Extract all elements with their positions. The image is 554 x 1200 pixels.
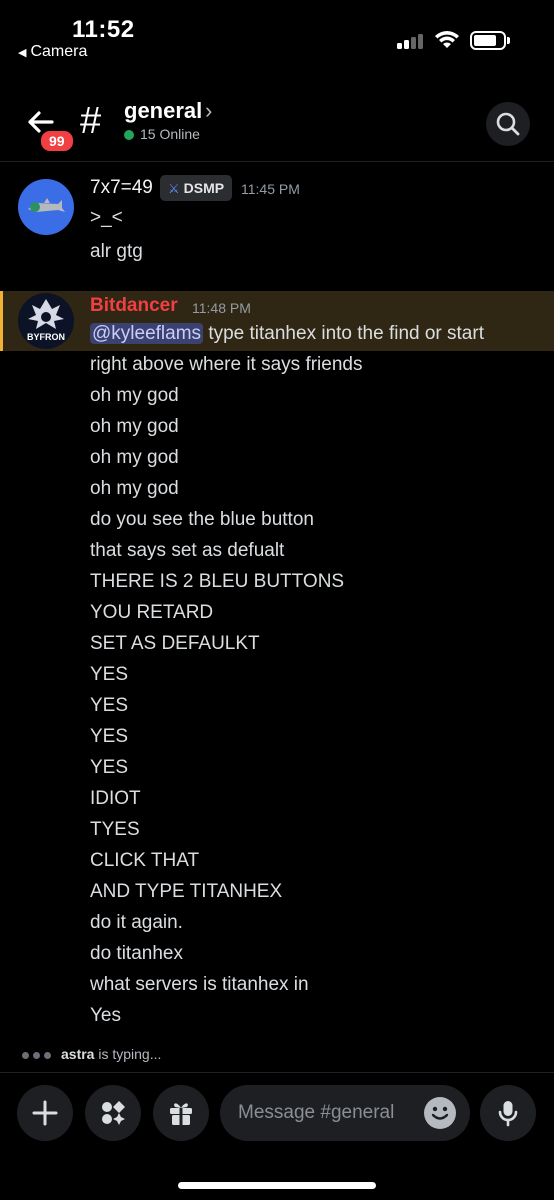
message-input[interactable]: Message #general <box>220 1085 470 1141</box>
message-composer: Message #general <box>0 1072 554 1200</box>
avatar-logo-text: BYFRON <box>27 332 65 342</box>
back-triangle-icon: ◀ <box>18 47 27 59</box>
mention-highlight-bar <box>0 291 3 351</box>
message-input-placeholder: Message #general <box>238 1102 395 1123</box>
message-list[interactable]: 7x7=49 ⚔ DSMP 11:45 PM >_< alr gtg BYFRON… <box>0 163 554 1043</box>
channel-header: 99 # general › 15 Online <box>0 82 554 162</box>
message-line: CLICK THAT <box>90 850 200 871</box>
search-icon <box>496 112 520 136</box>
message-line: @kyleeflams type titanhex into the find … <box>90 323 484 345</box>
online-count-label: 15 Online <box>140 126 200 142</box>
server-tag-label: DSMP <box>183 180 225 196</box>
message-line: YOU RETARD <box>90 602 214 623</box>
message-line: YES <box>90 726 129 747</box>
unread-badge: 99 <box>38 128 76 154</box>
add-attachment-button[interactable] <box>17 1085 73 1141</box>
avatar-shark-icon <box>28 198 65 212</box>
apps-icon <box>102 1101 125 1125</box>
gift-button[interactable] <box>153 1085 209 1141</box>
message-line: that says set as defualt <box>90 540 285 561</box>
message-line: YES <box>90 664 129 685</box>
smiley-icon <box>431 1106 449 1120</box>
typing-dots-icon <box>22 1046 51 1062</box>
voice-message-button[interactable] <box>480 1085 536 1141</box>
emoji-button[interactable] <box>424 1097 456 1129</box>
microphone-icon <box>498 1101 518 1127</box>
message-line: Yes <box>90 1005 121 1026</box>
cellular-signal-icon <box>397 33 425 49</box>
back-to-camera-link[interactable]: ◀ Camera <box>18 43 87 61</box>
message-line: YES <box>90 695 129 716</box>
message-line: TYES <box>90 819 140 840</box>
message-line: do you see the blue button <box>90 509 314 530</box>
chevron-right-icon[interactable]: › <box>205 98 212 124</box>
status-time: 11:52 <box>72 16 135 43</box>
message-line: SET AS DEFAULKT <box>90 633 260 654</box>
message-author[interactable]: Bitdancer <box>90 295 178 317</box>
message-line: do titanhex <box>90 943 183 964</box>
plus-icon <box>32 1100 58 1126</box>
avatar-byfron-logo: BYFRON <box>27 299 65 342</box>
avatar[interactable] <box>18 179 74 235</box>
server-tag[interactable]: ⚔ DSMP <box>160 175 233 201</box>
message-line: THERE IS 2 BLEU BUTTONS <box>90 571 345 592</box>
message-line: >_< <box>90 207 123 228</box>
home-indicator[interactable] <box>178 1182 376 1189</box>
typing-indicator: astra is typing... <box>22 1046 161 1062</box>
message-line: IDIOT <box>90 788 141 809</box>
channel-hash-icon: # <box>80 100 102 142</box>
gift-icon <box>170 1103 192 1125</box>
message-line: right above where it says friends <box>90 354 363 375</box>
message-line: oh my god <box>90 385 179 406</box>
message-line: oh my god <box>90 416 179 437</box>
message-author[interactable]: 7x7=49 <box>90 177 153 199</box>
channel-title[interactable]: general <box>124 98 202 124</box>
message-line: do it again. <box>90 912 183 933</box>
message-line: oh my god <box>90 447 179 468</box>
online-dot-icon <box>124 130 134 140</box>
online-count: 15 Online <box>124 126 200 142</box>
message-line: alr gtg <box>90 241 143 262</box>
message-timestamp: 11:45 PM <box>241 181 300 197</box>
sword-icon: ⚔ <box>168 181 180 196</box>
search-button[interactable] <box>486 102 530 146</box>
message-line: YES <box>90 757 129 778</box>
battery-icon <box>470 31 510 50</box>
message-line: oh my god <box>90 478 179 499</box>
message-line: what servers is titanhex in <box>90 974 309 995</box>
avatar[interactable]: BYFRON <box>18 293 74 349</box>
message-line-text: type titanhex into the find or start <box>203 323 484 344</box>
apps-button[interactable] <box>85 1085 141 1141</box>
message-timestamp: 11:48 PM <box>192 300 251 316</box>
typing-user: astra <box>61 1046 95 1062</box>
message-line: AND TYPE TITANHEX <box>90 881 283 902</box>
user-mention[interactable]: @kyleeflams <box>90 323 204 344</box>
clipped-previous-message <box>90 163 230 167</box>
typing-suffix: is typing... <box>94 1046 162 1062</box>
status-bar: 11:52 ◀ Camera <box>0 0 554 70</box>
wifi-icon <box>435 31 459 48</box>
back-to-camera-label: Camera <box>30 43 88 60</box>
